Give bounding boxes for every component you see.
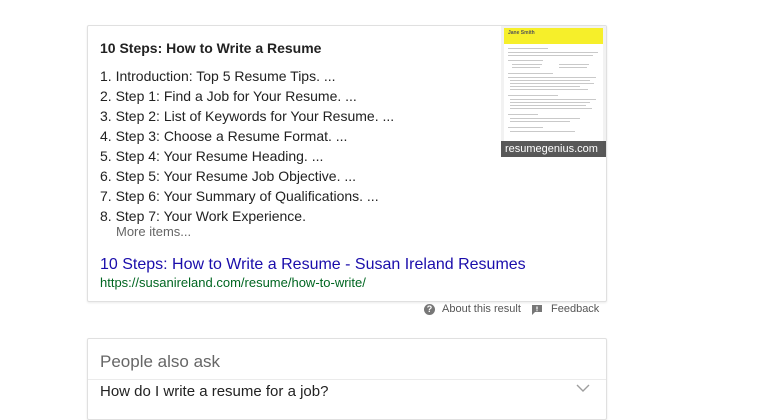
resume-preview-line xyxy=(510,89,588,90)
snippet-title: 10 Steps: How to Write a Resume xyxy=(100,40,322,56)
list-item: 1. Introduction: Top 5 Resume Tips. ... xyxy=(100,68,336,84)
resume-preview-line xyxy=(512,64,542,65)
featured-snippet-card: 10 Steps: How to Write a Resume 1. Intro… xyxy=(87,25,607,302)
resume-preview-line xyxy=(510,80,590,81)
resume-preview-line xyxy=(510,83,594,84)
resume-preview-line xyxy=(508,114,538,115)
result-title-link[interactable]: 10 Steps: How to Write a Resume - Susan … xyxy=(100,256,526,274)
list-item: 7. Step 6: Your Summary of Qualification… xyxy=(100,188,379,204)
resume-preview-line xyxy=(508,52,598,53)
resume-preview-line xyxy=(510,108,592,109)
resume-preview-name: Jane Smith xyxy=(508,30,535,36)
resume-preview-line xyxy=(508,77,596,78)
list-item: 6. Step 5: Your Resume Job Objective. ..… xyxy=(100,168,357,184)
list-item: 3. Step 2: List of Keywords for Your Res… xyxy=(100,108,395,124)
resume-preview-line xyxy=(512,67,540,68)
feedback-link[interactable]: Feedback xyxy=(532,303,599,315)
resume-thumbnail[interactable]: Jane Smith resumegenius.com xyxy=(501,26,606,157)
divider xyxy=(88,379,606,380)
list-item: 4. Step 3: Choose a Resume Format. ... xyxy=(100,128,348,144)
more-items-link[interactable]: More items... xyxy=(116,224,191,239)
list-item: 2. Step 1: Find a Job for Your Resume. .… xyxy=(100,88,357,104)
people-also-ask-title: People also ask xyxy=(100,352,221,371)
resume-preview-line xyxy=(510,86,580,87)
resume-preview-line xyxy=(510,99,596,100)
feedback-label: Feedback xyxy=(551,303,600,315)
resume-preview-line xyxy=(510,105,586,106)
steps-list: 1. Introduction: Top 5 Resume Tips. ... … xyxy=(100,66,394,226)
thumbnail-caption: resumegenius.com xyxy=(501,141,606,157)
resume-preview-line xyxy=(508,95,558,96)
people-also-ask-panel: People also ask How do I write a resume … xyxy=(87,338,607,420)
feedback-icon xyxy=(532,304,542,315)
resume-preview-line xyxy=(510,131,575,132)
about-this-result-link[interactable]: ? About this result xyxy=(424,303,521,315)
resume-preview-line xyxy=(510,102,590,103)
resume-preview-image: Jane Smith xyxy=(504,28,603,154)
help-icon: ? xyxy=(424,303,435,315)
resume-preview-line xyxy=(508,48,548,49)
question-item[interactable]: How do I write a resume for a job? xyxy=(100,383,328,400)
resume-preview-line xyxy=(510,121,570,122)
list-item: 8. Step 7: Your Work Experience. xyxy=(100,208,306,224)
resume-preview-line xyxy=(559,67,587,68)
list-item: 5. Step 4: Your Resume Heading. ... xyxy=(100,148,324,164)
resume-preview-line xyxy=(559,64,589,65)
about-this-result-label: About this result xyxy=(442,303,521,315)
resume-preview-line xyxy=(510,118,580,119)
resume-preview-line xyxy=(508,55,593,56)
resume-preview-line xyxy=(508,60,543,61)
resume-preview-line xyxy=(508,73,553,74)
chevron-down-icon[interactable] xyxy=(576,383,590,393)
resume-preview-line xyxy=(508,127,543,128)
result-url: https://susanireland.com/resume/how-to-w… xyxy=(100,275,366,290)
